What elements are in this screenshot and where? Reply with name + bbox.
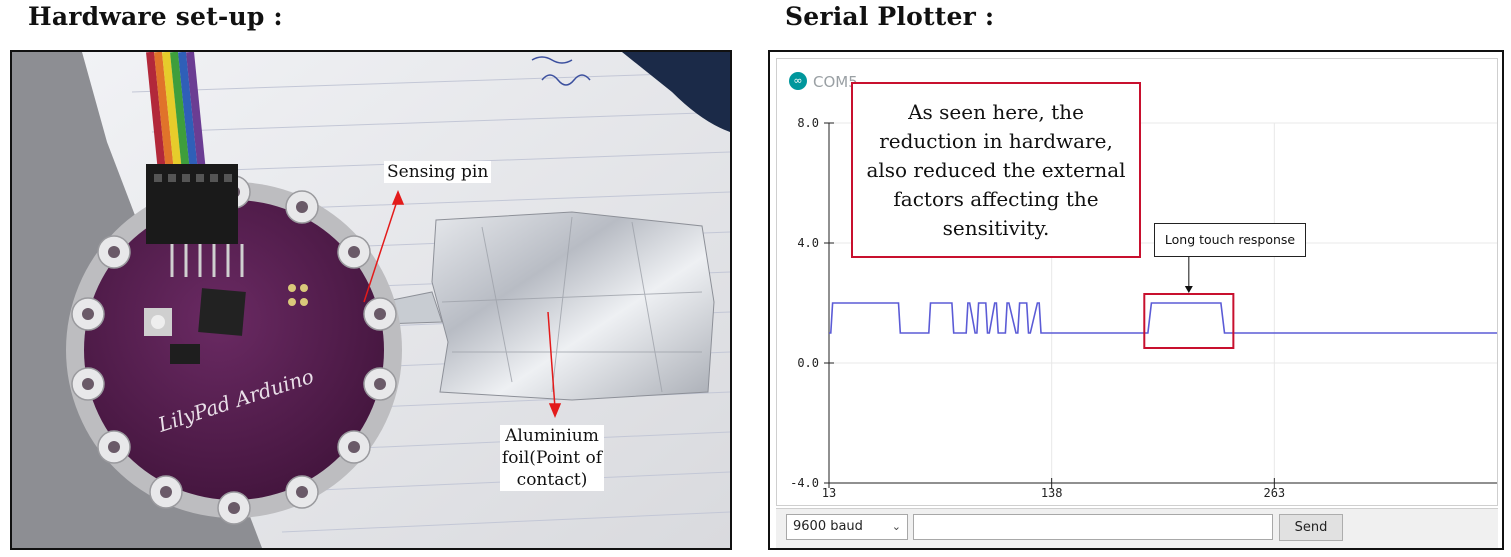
serial-plotter-window: 8.0 4.0 0.0 -4.0 13 138 263 ∞ COM5 As seen her… — [768, 50, 1504, 550]
x-tick-label: 13 — [822, 486, 836, 500]
y-tick-label: 8.0 — [797, 116, 819, 130]
hardware-setup-heading: Hardware set-up : — [28, 2, 283, 31]
baud-rate-value: 9600 baud — [793, 519, 863, 534]
y-tick-label: 0.0 — [797, 356, 819, 370]
arduino-icon: ∞ — [789, 72, 807, 90]
long-touch-callout: Long touch response — [1154, 223, 1306, 257]
sensing-pin-label: Sensing pin — [384, 161, 492, 183]
x-tick-label: 263 — [1263, 486, 1285, 500]
y-tick-label: 4.0 — [797, 236, 819, 250]
aluminium-foil-label: Aluminium foil(Point of contact) — [500, 425, 604, 491]
hardware-photo-drawing: LilyPad Arduino — [12, 52, 730, 548]
plotter-bottom-bar: 9600 baud ⌄ Send — [776, 508, 1498, 548]
signal-line — [829, 302, 1497, 334]
serial-plotter-heading: Serial Plotter : — [785, 2, 995, 31]
x-tick-label: 138 — [1041, 486, 1063, 500]
callout-arrowhead — [1184, 286, 1193, 293]
send-button[interactable]: Send — [1279, 514, 1343, 541]
long-touch-highlight — [1143, 293, 1235, 349]
plot-area: 8.0 4.0 0.0 -4.0 13 138 263 ∞ COM5 As seen her… — [776, 58, 1498, 506]
annotation-note: As seen here, the reduction in hardware,… — [851, 82, 1141, 258]
send-input[interactable] — [913, 514, 1273, 540]
chevron-down-icon: ⌄ — [891, 520, 901, 533]
hardware-photo: LilyPad Arduino Sensing pin Aluminium fo… — [10, 50, 732, 550]
baud-rate-select[interactable]: 9600 baud ⌄ — [786, 514, 908, 540]
y-tick-label: -4.0 — [790, 476, 819, 490]
